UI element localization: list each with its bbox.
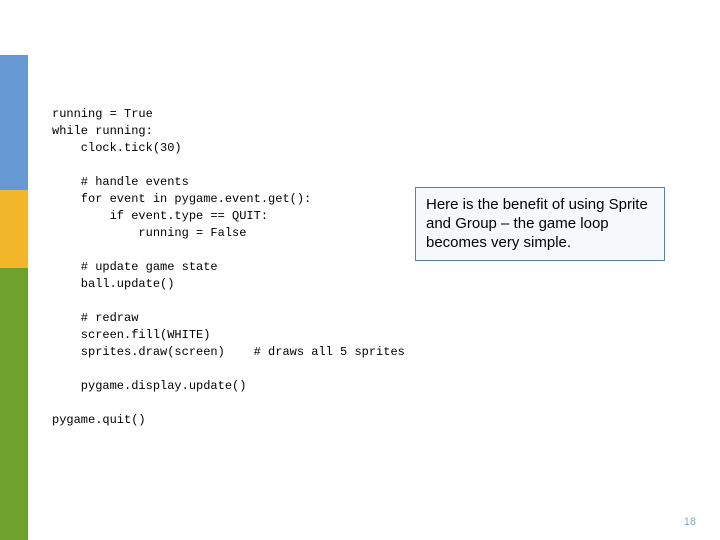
explanation-callout: Here is the benefit of using Sprite and … [415,187,665,261]
sidebar-color-bar [0,0,28,540]
code-snippet: running = True while running: clock.tick… [52,106,612,429]
sidebar-seg-top [0,0,28,55]
sidebar-seg-green [0,268,28,540]
page-number: 18 [684,516,696,528]
sidebar-seg-yellow [0,190,28,268]
sidebar-seg-blue [0,55,28,190]
